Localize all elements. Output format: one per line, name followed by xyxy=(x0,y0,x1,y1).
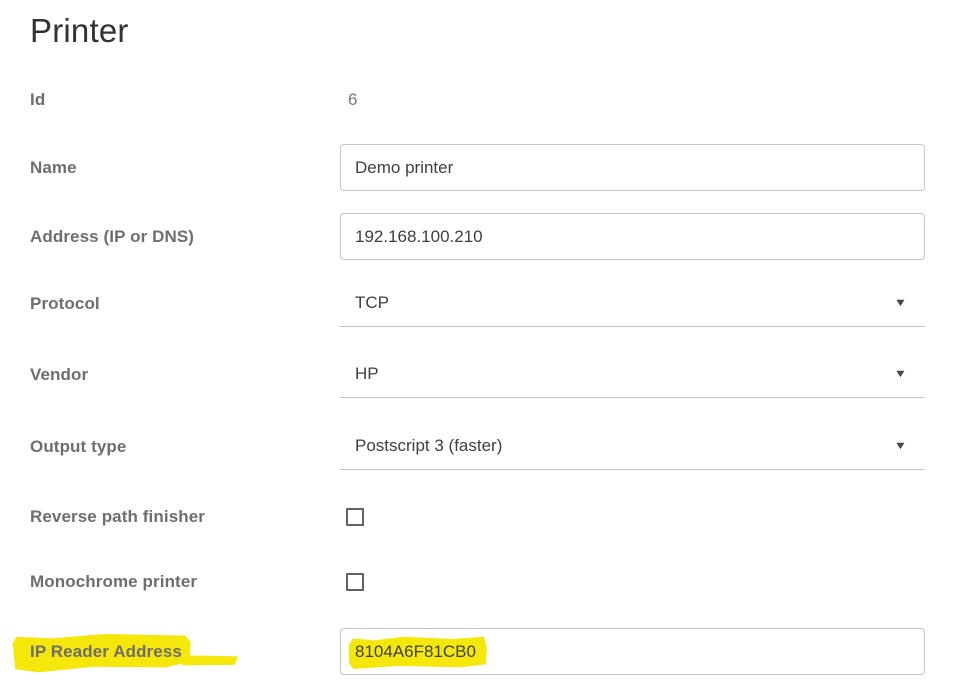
dropdown-arrow-icon: ▼ xyxy=(894,298,908,309)
output-type-select[interactable]: Postscript 3 (faster) ▼ xyxy=(340,423,925,470)
ip-reader-address-label-highlight: IP Reader Address xyxy=(30,642,182,662)
form-row-vendor: Vendor HP ▼ xyxy=(30,351,973,398)
form-row-reverse-path-finisher: Reverse path finisher xyxy=(30,507,973,527)
page-title: Printer xyxy=(30,10,973,52)
reverse-path-finisher-label: Reverse path finisher xyxy=(30,507,340,527)
dropdown-arrow-icon: ▼ xyxy=(894,441,908,452)
vendor-label: Vendor xyxy=(30,365,340,385)
ip-reader-address-value-highlight: 8104A6F81CB0 xyxy=(355,642,476,662)
address-input[interactable] xyxy=(340,213,925,260)
form-row-output-type: Output type Postscript 3 (faster) ▼ xyxy=(30,423,973,470)
form-row-protocol: Protocol TCP ▼ xyxy=(30,280,973,327)
reverse-path-finisher-checkbox[interactable] xyxy=(346,508,364,526)
vendor-select-value: HP xyxy=(355,364,379,384)
form-row-address: Address (IP or DNS) xyxy=(30,213,973,260)
protocol-label: Protocol xyxy=(30,294,340,314)
ip-reader-address-label: IP Reader Address xyxy=(30,642,340,662)
form-row-monochrome-printer: Monochrome printer xyxy=(30,572,973,592)
monochrome-printer-checkbox[interactable] xyxy=(346,573,364,591)
dropdown-arrow-icon: ▼ xyxy=(894,369,908,380)
name-input[interactable] xyxy=(340,144,925,191)
protocol-select-value: TCP xyxy=(355,293,389,313)
address-label: Address (IP or DNS) xyxy=(30,227,340,247)
vendor-select[interactable]: HP ▼ xyxy=(340,351,925,398)
protocol-select[interactable]: TCP ▼ xyxy=(340,280,925,327)
form-row-name: Name xyxy=(30,144,973,191)
id-value: 6 xyxy=(340,90,357,109)
name-label: Name xyxy=(30,158,340,178)
ip-reader-address-input[interactable]: 8104A6F81CB0 xyxy=(340,628,925,675)
monochrome-printer-label: Monochrome printer xyxy=(30,572,340,592)
output-type-select-value: Postscript 3 (faster) xyxy=(355,436,502,456)
output-type-label: Output type xyxy=(30,437,340,457)
printer-form-page: Printer Id 6 Name Address (IP or DNS) Pr… xyxy=(0,0,973,675)
form-row-id: Id 6 xyxy=(30,90,973,110)
id-label: Id xyxy=(30,90,340,110)
form-row-ip-reader-address: IP Reader Address 8104A6F81CB0 xyxy=(30,628,973,675)
